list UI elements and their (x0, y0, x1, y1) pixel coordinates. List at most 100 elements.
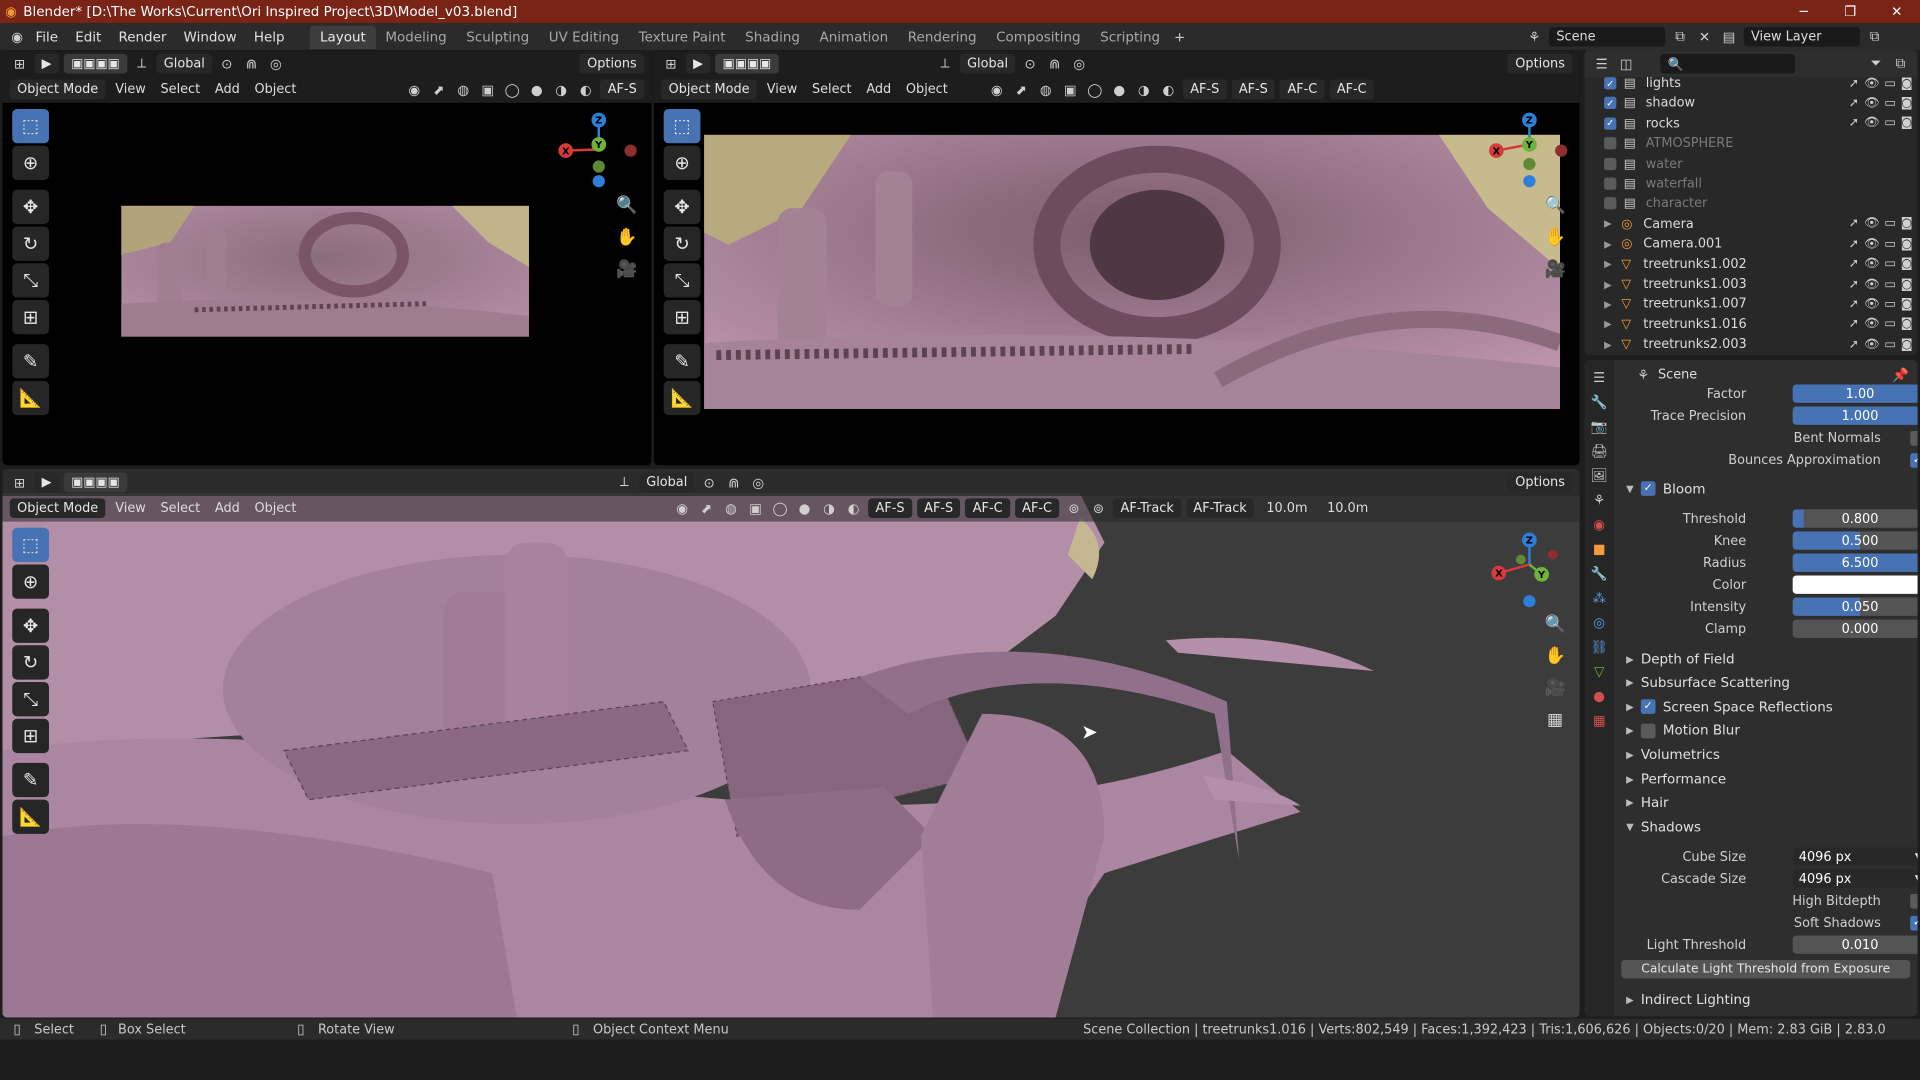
af-s-button[interactable]: AF-S (600, 79, 645, 100)
exclude-checkbox[interactable]: ✓ (1604, 117, 1617, 130)
physics-tab-icon[interactable]: ◎ (1589, 612, 1609, 632)
gizmo-icon[interactable]: ⬈ (1011, 80, 1031, 100)
cursor-icon[interactable]: ⊕ (12, 145, 49, 181)
outliner-item[interactable]: ✓ ▤ rocks ➚ 👁 ▭ ◙ (1585, 114, 1918, 134)
scale-icon[interactable]: ⤡ (12, 263, 49, 298)
new-scene-icon[interactable]: ⧉ (1670, 27, 1690, 47)
xray-icon[interactable]: ▣ (478, 80, 498, 100)
light-threshold-field[interactable]: 0.010 (1792, 935, 1918, 954)
exclude-checkbox[interactable] (1604, 197, 1617, 210)
eye-icon[interactable]: 👁 (1864, 77, 1880, 90)
af-s-button-2[interactable]: AF-S (1231, 79, 1276, 100)
outliner-item[interactable]: ▶ ▽ treetrunks1.007 ➚ 👁 ▭ ◙ (1585, 294, 1918, 314)
orientation-dropdown[interactable]: Global (638, 472, 695, 493)
rotate-icon[interactable]: ↻ (12, 645, 49, 680)
bloom-radius-field[interactable]: 6.500 (1792, 553, 1918, 572)
tab-uv-editing[interactable]: UV Editing (539, 25, 629, 48)
transform-icon[interactable]: ⊞ (663, 300, 701, 335)
add-menu[interactable]: Add (210, 82, 245, 97)
camera-view-icon[interactable]: 🎥 (1540, 673, 1569, 702)
viewport-monitor-icon[interactable]: ▭ (1884, 277, 1896, 290)
editor-type-icon[interactable]: ☰ (1592, 54, 1612, 74)
proportional-edit-icon[interactable]: ◎ (266, 54, 286, 74)
section-shadows[interactable]: ▼ Shadows (1626, 815, 1908, 839)
render-camera-icon[interactable]: ◙ (1901, 277, 1913, 290)
af-c-button[interactable]: AF-C (1280, 79, 1325, 100)
section-checkbox[interactable]: ✓ (1640, 699, 1656, 715)
constraints-tab-icon[interactable]: ⛓ (1589, 637, 1609, 657)
options-dropdown[interactable]: Options (1507, 472, 1573, 493)
bounces-approx-checkbox[interactable]: ✓ (1910, 452, 1918, 468)
select-menu[interactable]: Select (156, 501, 205, 516)
zoom-icon[interactable]: 🔍 (1540, 191, 1569, 220)
options-dropdown[interactable]: Options (1507, 53, 1573, 74)
close-icon[interactable]: ✕ (1873, 0, 1920, 23)
snap-icon[interactable]: ⋒ (242, 54, 262, 74)
object-menu[interactable]: Object (250, 501, 302, 516)
tab-modeling[interactable]: Modeling (376, 25, 457, 48)
af-track-button[interactable]: AF-Track (1113, 498, 1182, 518)
af-s-button[interactable]: AF-S (1182, 79, 1227, 100)
expand-arrow-icon[interactable]: ▶ (1604, 339, 1616, 350)
menu-window[interactable]: Window (175, 29, 245, 45)
select-arrow-icon[interactable]: ➚ (1849, 97, 1859, 110)
view-layer-field[interactable]: View Layer (1743, 26, 1861, 47)
ortho-grid-icon[interactable]: ▦ (1540, 705, 1569, 734)
overlay-icon[interactable]: ◍ (721, 498, 741, 518)
render-camera-icon[interactable]: ◙ (1901, 117, 1913, 130)
view-menu[interactable]: View (110, 501, 150, 516)
render-camera-icon[interactable]: ◙ (1901, 237, 1913, 250)
expand-arrow-icon[interactable]: ▶ (1604, 279, 1616, 290)
selection-mode-icons[interactable]: ▣▣▣▣ (715, 53, 779, 74)
visibility-icon[interactable]: ◉ (404, 80, 424, 100)
viewport-main[interactable]: ⊞ ▶ ▣▣▣▣ ⟂ Global ⊙ ⋒ ◎ Options Object M… (2, 468, 1580, 1018)
outliner-search-input[interactable]: 🔍 (1660, 53, 1796, 74)
scene-icon[interactable]: ⚘ (1525, 27, 1545, 47)
shading-material-icon[interactable]: ◑ (1134, 80, 1154, 100)
pan-icon[interactable]: ✋ (1540, 223, 1569, 252)
menu-help[interactable]: Help (245, 29, 293, 45)
zoom-icon[interactable]: 🔍 (612, 191, 641, 220)
pin-icon[interactable]: 📌 (1891, 365, 1911, 385)
gizmo-icon[interactable]: ⬈ (429, 80, 449, 100)
select-arrow-icon[interactable]: ➚ (1849, 257, 1859, 270)
viewport-monitor-icon[interactable]: ▭ (1884, 77, 1896, 90)
select-menu[interactable]: Select (807, 82, 856, 97)
render-tab-icon[interactable]: 📷 (1589, 416, 1609, 436)
editor-type-icon[interactable]: ⊞ (10, 473, 30, 493)
new-collection-icon[interactable]: ⧉ (1891, 54, 1911, 74)
selection-mode-icons[interactable]: ▣▣▣▣ (63, 472, 128, 493)
minimize-icon[interactable]: ─ (1780, 0, 1827, 23)
select-arrow-icon[interactable]: ➚ (1849, 117, 1859, 130)
visibility-icon[interactable]: ◉ (987, 80, 1007, 100)
eye-icon[interactable]: 👁 (1864, 277, 1880, 290)
indirect-lighting-section[interactable]: ▶ Indirect Lighting (1626, 987, 1908, 1011)
view-layer-tab-icon[interactable]: 🖼 (1589, 465, 1609, 485)
section-motion-blur[interactable]: ▶ Motion Blur (1626, 719, 1908, 743)
render-camera-icon[interactable]: ◙ (1901, 97, 1913, 110)
calculate-light-threshold-button[interactable]: Calculate Light Threshold from Exposure (1621, 960, 1911, 979)
render-camera-icon[interactable]: ◙ (1901, 297, 1913, 310)
restore-icon[interactable]: ❐ (1827, 0, 1874, 23)
proportional-edit-icon[interactable]: ◎ (1069, 54, 1089, 74)
render-camera-icon[interactable]: ◙ (1901, 338, 1913, 351)
af-track-button-2[interactable]: AF-Track (1186, 498, 1255, 518)
cascade-size-dropdown[interactable]: 4096 px ▼ (1792, 869, 1918, 888)
bloom-intensity-field[interactable]: 0.050 (1792, 597, 1918, 616)
exclude-checkbox[interactable]: ✓ (1604, 77, 1617, 90)
measure-icon[interactable]: 📐 (12, 380, 49, 416)
exclude-checkbox[interactable]: ✓ (1604, 97, 1617, 110)
select-arrow-icon[interactable]: ➚ (1849, 318, 1859, 331)
outliner-item[interactable]: ▶ ▽ treetrunks1.002 ➚ 👁 ▭ ◙ (1585, 254, 1918, 274)
menu-file[interactable]: File (27, 29, 67, 45)
viewport-camera-right[interactable]: ⊞ ▶ ▣▣▣▣ ⟂ Global ⊙ ⋒ ◎ Options Object M… (653, 50, 1580, 466)
render-camera-icon[interactable]: ◙ (1901, 257, 1913, 270)
move-icon[interactable]: ✥ (12, 189, 49, 225)
render-camera-icon[interactable]: ◙ (1901, 77, 1913, 90)
navigation-gizmo[interactable]: Z X Y (1484, 108, 1575, 191)
bloom-threshold-field[interactable]: 0.800 (1792, 509, 1918, 528)
view-menu[interactable]: View (110, 82, 150, 97)
select-box-icon[interactable]: ⬚ (12, 527, 49, 563)
outliner-item[interactable]: ▤ waterfall (1585, 174, 1918, 194)
pan-icon[interactable]: ✋ (1540, 642, 1569, 671)
